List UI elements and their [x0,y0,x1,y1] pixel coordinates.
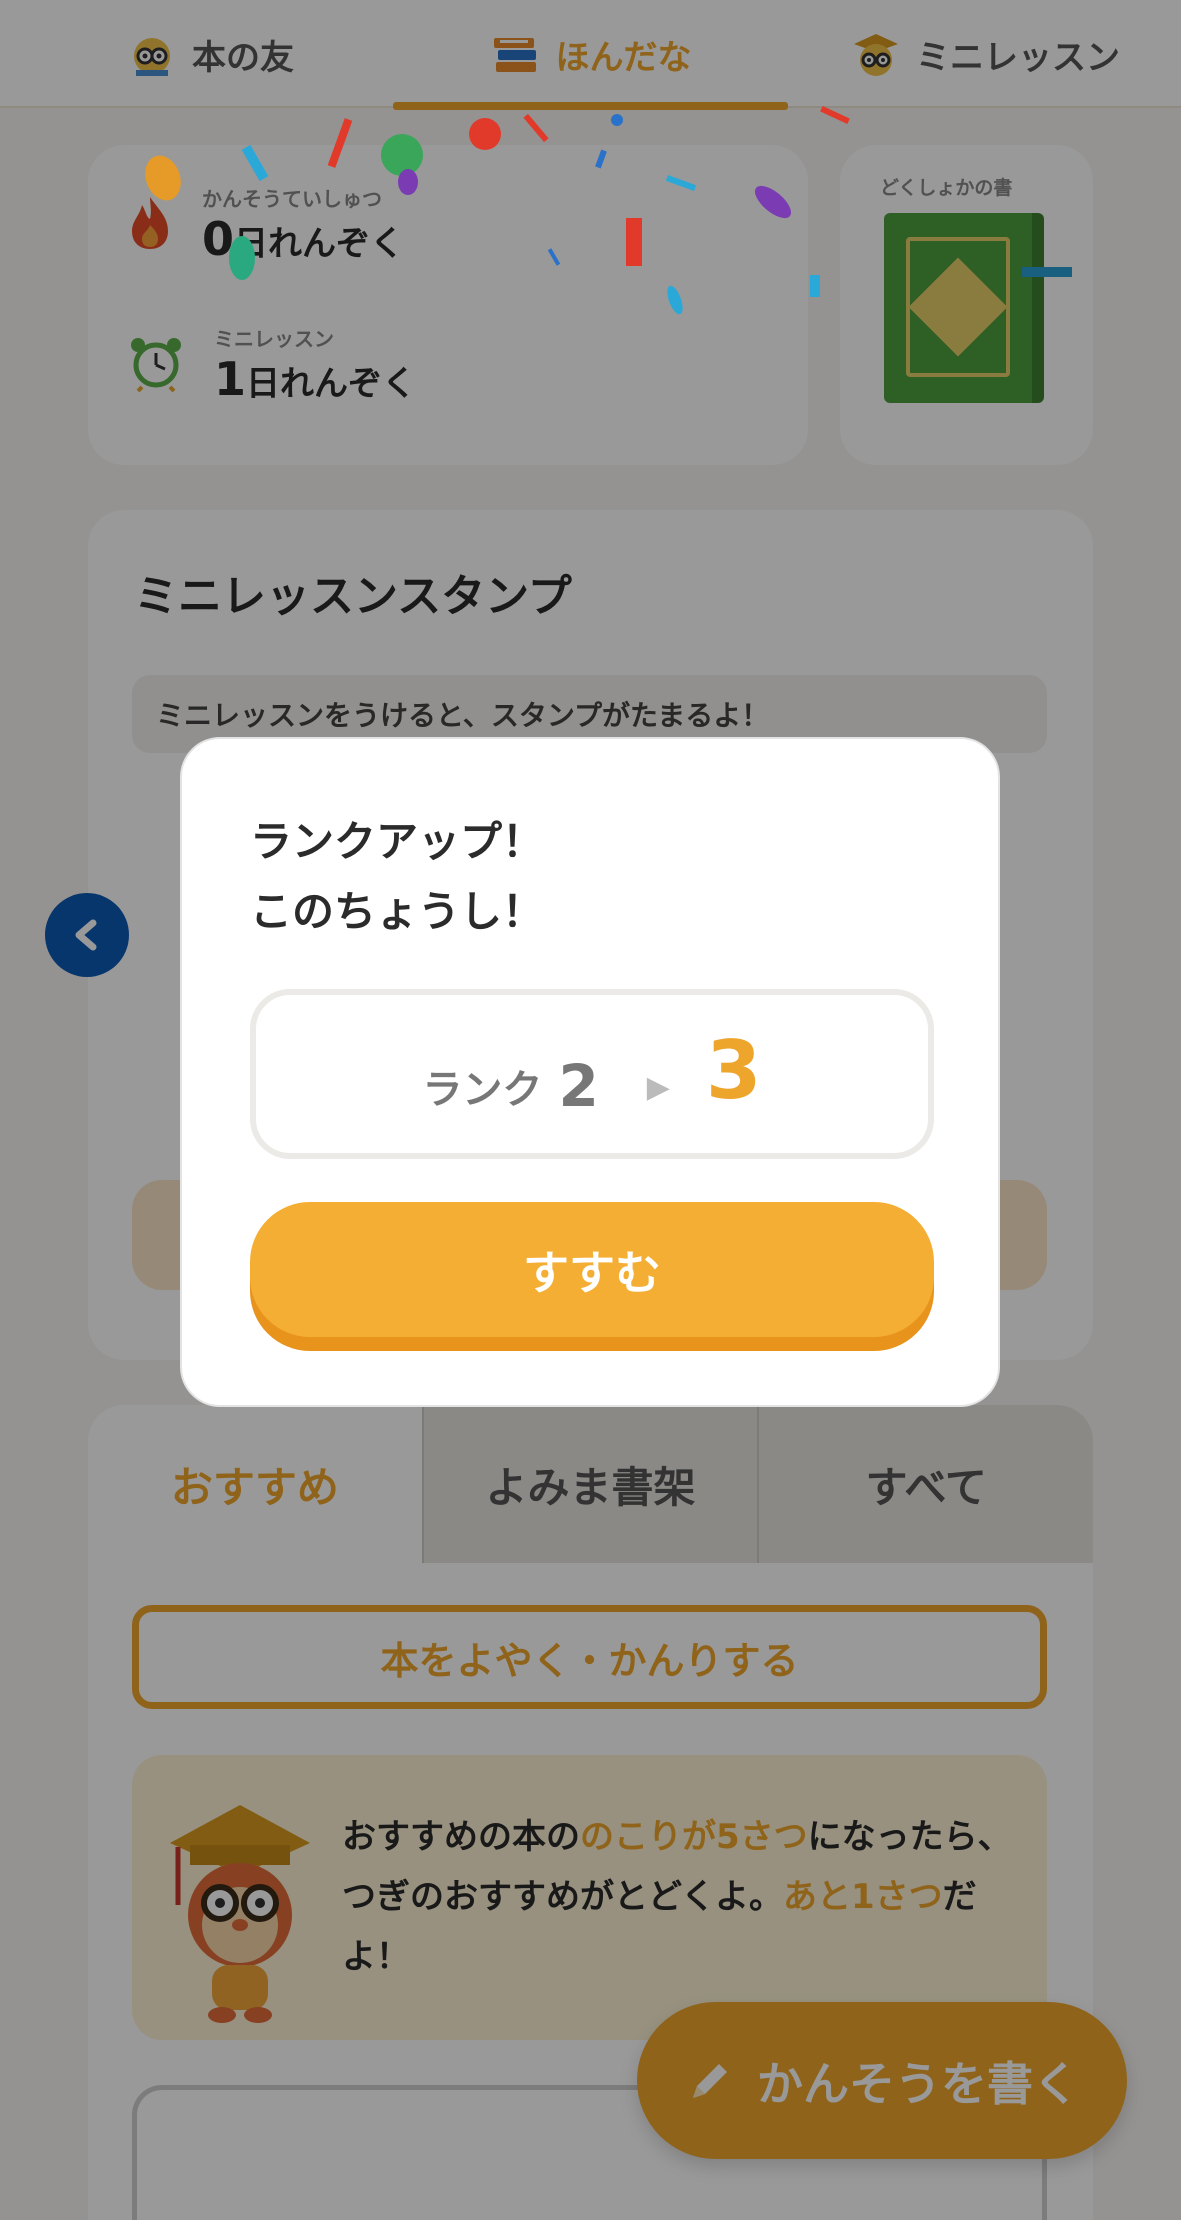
rank-from: 2 [558,1052,599,1120]
dialog-line-1: ランクアップ！ [250,817,545,866]
rank-to: 3 [705,1024,762,1117]
rank-up-dialog: ランクアップ！ このちょうし！ ランク 2 ▶ 3 すすむ [180,737,1000,1407]
play-arrow-icon: ▶ [646,1070,670,1105]
dialog-line-2: このちょうし！ [250,887,545,936]
confetti-decoration [145,105,850,315]
rank-label: ランク [422,1067,543,1113]
dialog-message: ランクアップ！ このちょうし！ [250,807,544,947]
proceed-button[interactable]: すすむ [250,1202,934,1337]
rank-change-box: ランク 2 ▶ 3 [250,989,934,1159]
app-screen: 本の友 ほんだな ミニレッスン かんそうていしゅつ 0日れんぞく ミニレッスン … [0,0,1181,2220]
